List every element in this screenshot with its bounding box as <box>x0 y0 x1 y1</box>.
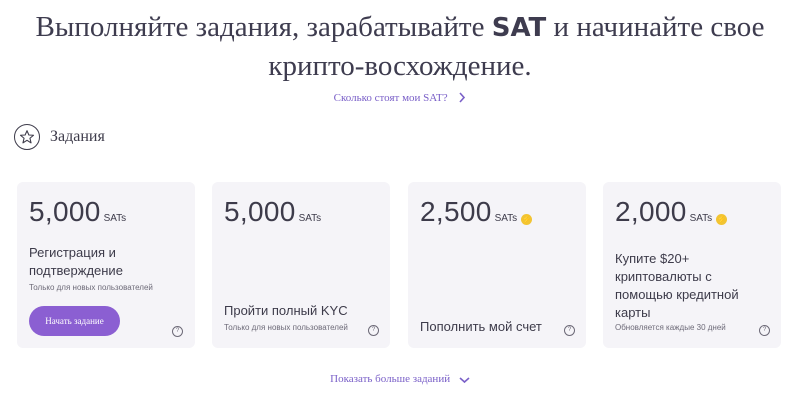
tasks-section-header: Задания <box>14 124 105 150</box>
task-description: Купите $20+ криптовалюты с помощью креди… <box>615 251 739 320</box>
task-description: Пройти полный KYC <box>224 303 348 318</box>
task-card-kyc: 5,000 SATs Пройти полный KYC Только для … <box>212 182 390 348</box>
task-note: Только для новых пользователей <box>29 283 153 292</box>
reward-value: 5,000 <box>29 196 101 227</box>
start-task-button[interactable]: Начать задание <box>29 306 120 336</box>
task-card-registration: 5,000 SATs Регистрация и подтверждение Т… <box>17 182 195 348</box>
section-title: Задания <box>50 128 105 145</box>
show-more-tasks-link[interactable]: Показать больше заданий <box>0 373 800 387</box>
lightning-coin-icon: ⚡ <box>716 214 728 225</box>
star-icon <box>14 124 40 150</box>
task-card-deposit: 2,500 SATs ⚡ Пополнить мой счет ? <box>408 182 586 348</box>
reward-amount: 2,500 SATs ⚡ <box>420 196 533 228</box>
sat-value-link-label: Сколько стоят мои SAT? <box>333 92 448 104</box>
reward-value: 5,000 <box>224 196 296 227</box>
help-icon[interactable]: ? <box>564 325 575 336</box>
reward-amount: 2,000 SATs ⚡ <box>615 196 728 228</box>
page-title: Выполняйте задания, зарабатывайте SAT и … <box>0 8 800 85</box>
help-icon[interactable]: ? <box>172 326 183 337</box>
title-accent: SAT <box>491 13 547 43</box>
task-note: Только для новых пользователей <box>224 323 348 332</box>
help-icon[interactable]: ? <box>368 325 379 336</box>
show-more-label: Показать больше заданий <box>330 373 451 385</box>
task-card-credit-card: 2,000 SATs ⚡ Купите $20+ криптовалюты с … <box>603 182 781 348</box>
reward-amount: 5,000 SATs <box>29 196 126 228</box>
task-note: Обновляется каждые 30 дней <box>615 323 726 332</box>
task-description: Пополнить мой счет <box>420 319 542 334</box>
reward-unit: SATs <box>298 213 322 224</box>
hero: Выполняйте задания, зарабатывайте SAT и … <box>0 8 800 85</box>
reward-unit: SATs <box>689 213 713 224</box>
task-description: Регистрация и подтверждение <box>29 245 123 278</box>
reward-unit: SATs <box>103 213 127 224</box>
chevron-right-icon <box>458 92 466 106</box>
lightning-coin-icon: ⚡ <box>521 214 533 225</box>
reward-value: 2,500 <box>420 196 492 227</box>
title-part-1: Выполняйте задания, зарабатывайте <box>35 11 492 43</box>
reward-value: 2,000 <box>615 196 687 227</box>
reward-unit: SATs <box>494 213 518 224</box>
chevron-down-icon <box>459 375 470 387</box>
sat-value-link[interactable]: Сколько стоят мои SAT? <box>0 92 800 106</box>
reward-amount: 5,000 SATs <box>224 196 321 228</box>
help-icon[interactable]: ? <box>759 325 770 336</box>
